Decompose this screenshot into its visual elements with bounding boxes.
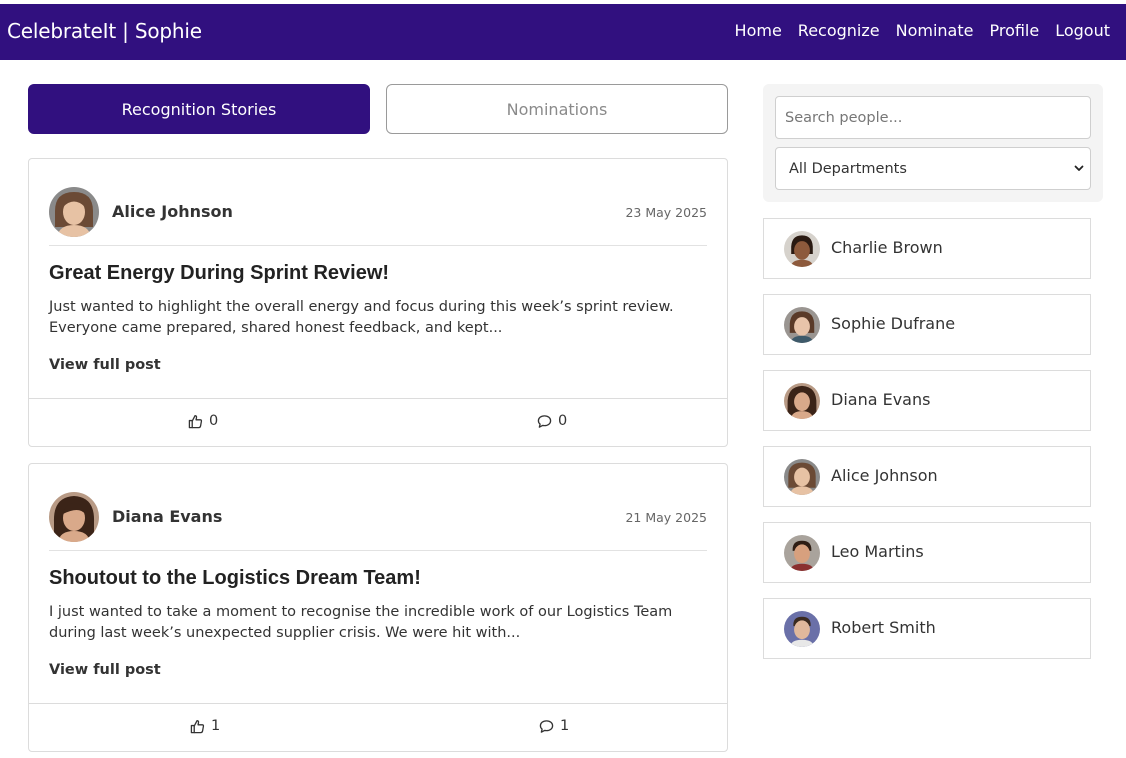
post-title: Shoutout to the Logistics Dream Team!: [49, 567, 421, 589]
person-item-diana-evans[interactable]: Diana Evans: [763, 370, 1091, 431]
comment-count: 1: [560, 718, 570, 734]
nav-link-profile[interactable]: Profile: [989, 21, 1039, 40]
like-button[interactable]: 1: [190, 718, 220, 734]
department-select[interactable]: All Departments: [775, 147, 1091, 190]
search-people-input[interactable]: [775, 96, 1091, 139]
comment-button[interactable]: 0: [537, 413, 567, 429]
person-name: Robert Smith: [831, 618, 936, 637]
post-date: 23 May 2025: [625, 205, 707, 220]
view-full-post-link[interactable]: View full post: [49, 662, 161, 678]
department-select-value: All Departments: [789, 160, 907, 177]
thumbs-up-icon: [188, 414, 203, 428]
comment-count: 0: [558, 413, 568, 429]
nav-link-nominate[interactable]: Nominate: [896, 21, 974, 40]
chevron-down-icon: [1074, 165, 1084, 171]
post-author[interactable]: Diana Evans: [112, 507, 222, 526]
nav-link-logout[interactable]: Logout: [1055, 21, 1110, 40]
person-item-charlie-brown[interactable]: Charlie Brown: [763, 218, 1091, 279]
divider: [49, 550, 707, 551]
person-item-sophie-dufrane[interactable]: Sophie Dufrane: [763, 294, 1091, 355]
person-avatar: [784, 383, 820, 419]
person-name: Charlie Brown: [831, 238, 943, 257]
navbar: CelebrateIt | Sophie Home Recognize Nomi…: [0, 4, 1126, 60]
nav-link-home[interactable]: Home: [735, 21, 782, 40]
thumbs-up-icon: [190, 719, 205, 733]
post-card: Alice Johnson 23 May 2025 Great Energy D…: [28, 158, 728, 447]
person-avatar: [784, 459, 820, 495]
like-count: 1: [211, 718, 221, 734]
person-item-robert-smith[interactable]: Robert Smith: [763, 598, 1091, 659]
comment-icon: [539, 719, 554, 733]
nav-links: Home Recognize Nominate Profile Logout: [735, 21, 1110, 40]
person-item-alice-johnson[interactable]: Alice Johnson: [763, 446, 1091, 507]
nav-link-recognize[interactable]: Recognize: [798, 21, 880, 40]
post-title: Great Energy During Sprint Review!: [49, 262, 390, 284]
view-full-post-link[interactable]: View full post: [49, 357, 161, 373]
post-author[interactable]: Alice Johnson: [112, 202, 233, 221]
card-footer-divider: [29, 398, 727, 399]
author-avatar: [49, 492, 99, 542]
person-avatar: [784, 231, 820, 267]
post-date: 21 May 2025: [625, 510, 707, 525]
person-name: Alice Johnson: [831, 466, 938, 485]
brand-title[interactable]: CelebrateIt | Sophie: [7, 19, 202, 43]
person-item-leo-martins[interactable]: Leo Martins: [763, 522, 1091, 583]
person-avatar: [784, 307, 820, 343]
like-count: 0: [209, 413, 219, 429]
comment-button[interactable]: 1: [539, 718, 569, 734]
person-avatar: [784, 611, 820, 647]
like-button[interactable]: 0: [188, 413, 218, 429]
people-filter-panel: All Departments: [763, 84, 1103, 202]
person-avatar: [784, 535, 820, 571]
post-excerpt: I just wanted to take a moment to recogn…: [49, 604, 673, 641]
card-footer-divider: [29, 703, 727, 704]
person-name: Diana Evans: [831, 390, 931, 409]
person-name: Leo Martins: [831, 542, 924, 561]
post-excerpt: Just wanted to highlight the overall ene…: [49, 299, 674, 336]
divider: [49, 245, 707, 246]
tab-recognition-stories[interactable]: Recognition Stories: [28, 84, 370, 134]
person-name: Sophie Dufrane: [831, 314, 956, 333]
tab-nominations[interactable]: Nominations: [386, 84, 728, 134]
comment-icon: [537, 414, 552, 428]
post-card: Diana Evans 21 May 2025 Shoutout to the …: [28, 463, 728, 752]
author-avatar: [49, 187, 99, 237]
